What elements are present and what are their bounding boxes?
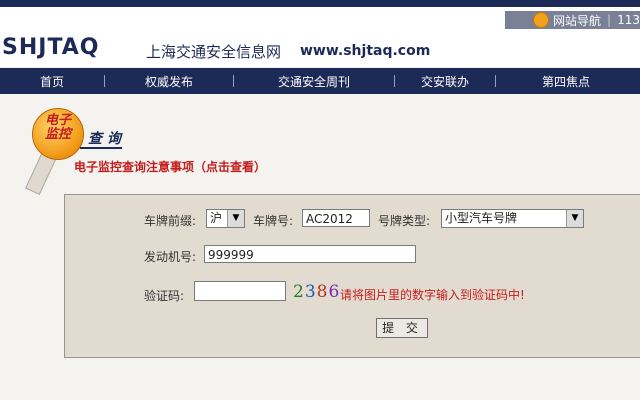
site-logo[interactable]: SHJTAQ [2,35,99,60]
query-title: 查 询 [88,131,121,147]
emblem-line-1: 电子 [44,113,71,128]
plate-prefix-label: 车牌前缀: [144,214,197,228]
nav-item-focus[interactable]: 第四焦点 [496,73,636,90]
site-url: www.shjtaq.com [300,43,431,59]
emblem-line-2: 监控 [44,127,71,142]
notice-link[interactable]: 电子监控查询注意事项（点击查看） [74,158,266,175]
plate-type-select[interactable]: 小型汽车号牌 ▼ [441,209,584,228]
plate-type-value: 小型汽车号牌 [445,211,518,225]
query-underline [80,147,122,149]
top-strip [0,0,640,7]
site-nav-label: 网站导航 [553,13,602,28]
engine-number-input[interactable]: 999999 [204,245,416,263]
top-extra-text: 113 [617,13,640,27]
site-name: 上海交通安全信息网 [146,43,282,61]
site-nav-link[interactable]: 网站导航 | 113 [505,11,640,29]
plate-prefix-value: 沪 [210,211,223,225]
main-nav: 首页 权威发布 交通安全周刊 交安联办 第四焦点 [0,68,640,94]
plate-number-label: 车牌号: [253,214,294,228]
nav-item-home[interactable]: 首页 [0,73,104,90]
plate-number-input[interactable]: AC2012 [302,209,370,227]
chevron-down-icon[interactable]: ▼ [566,210,583,227]
divider: | [607,13,612,27]
magnifier-emblem-icon: 电子 监控 [24,108,84,196]
plate-type-label: 号牌类型: [378,214,431,228]
engine-number-label: 发动机号: [144,250,197,264]
captcha-image: 2386 [293,282,340,302]
chevron-down-icon[interactable]: ▼ [227,210,244,227]
plate-prefix-select[interactable]: 沪 ▼ [206,209,245,228]
submit-button[interactable]: 提 交 [376,318,428,338]
captcha-hint: 请将图片里的数字输入到验证码中! [340,288,525,302]
nav-item-joint[interactable]: 交安联办 [395,73,495,90]
captcha-digit: 6 [328,282,341,302]
nav-item-official[interactable]: 权威发布 [105,73,233,90]
emblem-text: 电子 监控 [38,114,78,142]
globe-icon [533,12,550,28]
captcha-digit: 2 [293,282,305,302]
captcha-label: 验证码: [144,289,185,303]
captcha-input[interactable] [194,281,286,301]
captcha-digit: 8 [316,282,329,302]
nav-item-weekly[interactable]: 交通安全周刊 [234,73,394,90]
captcha-digit: 3 [304,282,317,302]
logo-text: SHJTAQ [2,35,100,60]
